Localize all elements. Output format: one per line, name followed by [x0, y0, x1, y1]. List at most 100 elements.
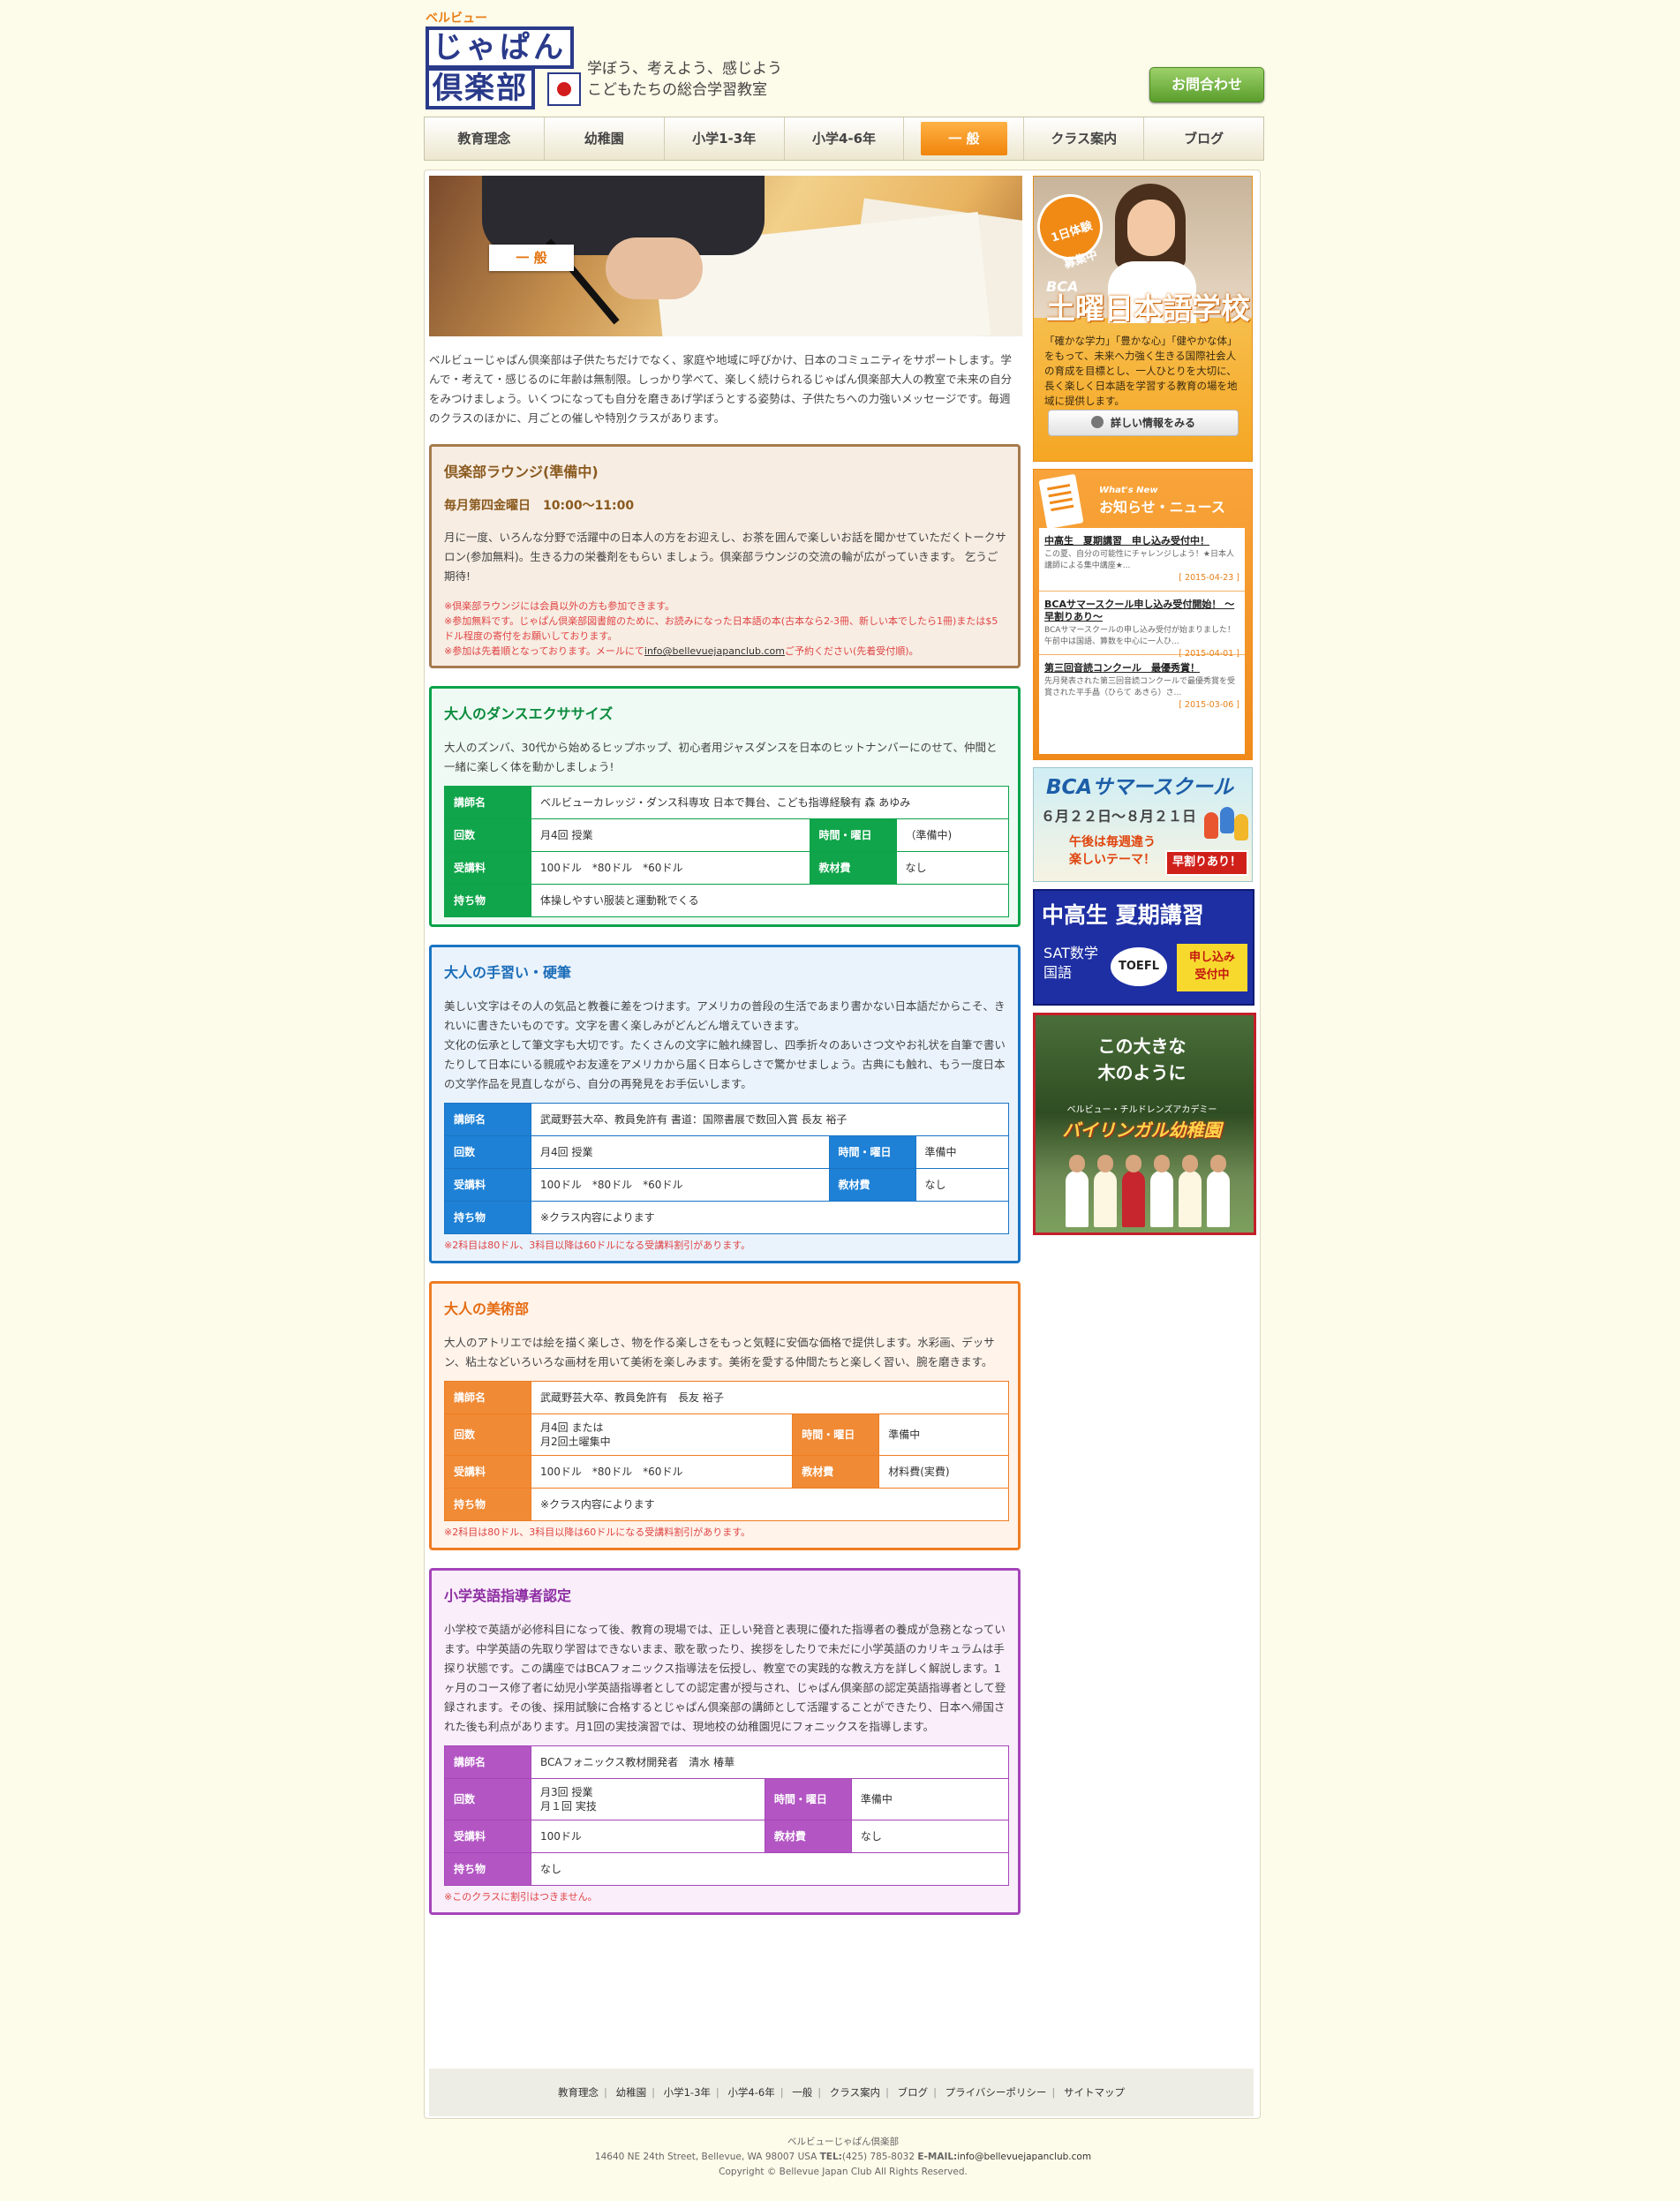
value-fee: 100ドル [531, 1820, 765, 1854]
section-title: 倶楽部ラウンジ(準備中) [444, 464, 599, 480]
footer-email-link[interactable]: info@bellevuejapanclub.com [957, 2152, 1091, 2162]
news-excerpt: 先月発表された第三回音読コンクールで最優秀賞を受賞された平手晶（ひらて あきら）… [1044, 677, 1236, 697]
footer-link[interactable]: 幼稚園 [616, 2086, 647, 2099]
nav-label: 幼稚園 [584, 131, 624, 147]
label-fee: 受講料 [444, 1168, 531, 1202]
news-excerpt: この夏、自分の可能性にチャレンジしよう！★日本人講師による集中講座★... [1044, 550, 1234, 570]
footer-link[interactable]: プライバシーポリシー [945, 2086, 1047, 2099]
section-calligraphy: 大人の手習い・硬筆 美しい文字はその人の気品と教養に差をつけます。アメリカの普段… [429, 945, 1021, 1264]
footer-link[interactable]: クラス案内 [830, 2086, 880, 2099]
label-bring: 持ち物 [444, 1852, 531, 1887]
summer-course-title: 中高生 夏期講習 [1042, 902, 1204, 928]
section-art: 大人の美術部 大人のアトリエでは絵を描く楽しさ、物を作る楽しさをもっと気軽に安価… [429, 1281, 1021, 1551]
page: ベルビュー じゃぱん 倶楽部 学ぼう、考えよう、感じよう こどもたちの総合学習教… [424, 0, 1264, 2177]
table-row: 受講料 100ドル *80ドル *60ドル 教材費 材料費(実費) [444, 1455, 1009, 1489]
value-times: 月4回 授業 [531, 818, 810, 853]
label-times: 回数 [444, 1413, 531, 1457]
logo-line-2: 倶楽部 [426, 67, 535, 109]
section-title: 小学英語指導者認定 [444, 1587, 572, 1605]
early-bird-badge: 早割りあり！ [1164, 850, 1248, 876]
toefl-logo: TOEFL [1111, 947, 1167, 986]
news-title[interactable]: 第三回音読コンクール 最優秀賞！ [1044, 662, 1239, 675]
sidebar: 1日体験 募集中 BCA 土曜日本語学校 「確かな学力」「豊かな心」「健やかな体」… [1033, 176, 1256, 1235]
news-excerpt: BCAサマースクールの申し込み受付が始まりました！午前中は国語、算数を中心に一人… [1044, 626, 1236, 646]
kids-illustration-icon [1204, 803, 1248, 840]
notepad-icon [1038, 473, 1084, 530]
footer-link[interactable]: ブログ [898, 2086, 929, 2099]
footer-link[interactable]: サイトマップ [1064, 2086, 1125, 2099]
japan-flag-icon [547, 72, 581, 106]
hero-image: 一 般 [429, 176, 1022, 336]
footer-link[interactable]: 一般 [792, 2086, 812, 2099]
class-info-table: 講師名 武蔵野芸大卒、教員免許有 長友 裕子 回数 月4回 または 月2回土曜集中… [444, 1381, 1009, 1522]
value-times: 月4回 または 月2回土曜集中 [530, 1413, 794, 1457]
nav-item-classes[interactable]: クラス案内 [1024, 117, 1145, 160]
label-instructor: 講師名 [444, 786, 531, 820]
summer-title: BCAサマースクール [1046, 776, 1234, 799]
section-body: 文化の伝承として筆文字も大切です。たくさんの文字に触れ練習し、四季折々のあいさつ… [444, 1038, 1006, 1091]
label-times: 回数 [444, 1778, 531, 1821]
table-row: 講師名 BCAフォニックス教材開発者 清水 椿華 [444, 1745, 1009, 1780]
label-materials: 教材費 [792, 1455, 880, 1489]
tagline-line-1: 学ぼう、考えよう、感じよう [587, 60, 782, 78]
label-instructor: 講師名 [444, 1745, 531, 1780]
arrow-circle-icon [1090, 416, 1104, 428]
label-materials: 教材費 [828, 1168, 916, 1202]
nav-label: 小学4-6年 [811, 131, 877, 147]
email-link[interactable]: info@bellevuejapanclub.com [644, 645, 785, 657]
section-body: 大人のアトリエでは絵を描く楽しさ、物を作る楽しさをもっと気軽に安価な価格で提供し… [444, 1336, 995, 1369]
summer-course-banner[interactable]: 中高生 夏期講習 SAT数学 国語 TOEFL 申し込み 受付中 [1033, 889, 1254, 1006]
value-materials: 材料費(実費) [878, 1455, 1009, 1489]
value-materials: なし [850, 1820, 1010, 1854]
label-bring: 持ち物 [444, 1488, 531, 1522]
site-logo[interactable]: ベルビュー じゃぱん 倶楽部 [426, 9, 581, 109]
table-row: 持ち物 なし [444, 1852, 1009, 1887]
label-instructor: 講師名 [444, 1103, 531, 1137]
nav-item-kindergarten[interactable]: 幼稚園 [545, 117, 665, 160]
tagline: 学ぼう、考えよう、感じよう こどもたちの総合学習教室 [587, 58, 782, 101]
table-row: 持ち物 体操しやすい服装と運動靴でくる [444, 884, 1009, 918]
section-title: 大人の美術部 [444, 1300, 530, 1318]
summer-school-banner[interactable]: BCAサマースクール ６月２２日～８月２１日 午後は毎週違う 楽しいテーマ！ 早割… [1033, 767, 1253, 882]
footer-link[interactable]: 教育理念 [558, 2086, 599, 2099]
more-info-button[interactable]: 詳しい情報をみる [1048, 410, 1239, 436]
nav-item-grade-4-6[interactable]: 小学4-6年 [785, 117, 905, 160]
saturday-title: 土曜日本語学校 [1046, 291, 1250, 326]
value-instructor: BCAフォニックス教材開発者 清水 椿華 [531, 1745, 1009, 1780]
main-nav: 教育理念 幼稚園 小学1-3年 小学4-6年 一 般 クラス案内 ブログ [424, 117, 1264, 161]
label-fee: 受講料 [444, 851, 531, 886]
main-column: 一 般 ベルビューじゃぱん倶楽部は子供たちだけでなく、家庭や地域に呼びかけ、日本… [429, 176, 1022, 1933]
nav-item-blog[interactable]: ブログ [1144, 117, 1263, 160]
news-item[interactable]: BCAサマースクール申し込み受付開始！ ～早割りあり～ BCAサマースクールの申… [1039, 592, 1245, 659]
value-instructor: 武蔵野芸大卒、教員免許有 書道：国際書展で数回入賞 長友 裕子 [531, 1103, 1009, 1137]
news-item[interactable]: 中高生 夏期講習 申し込み受付中！ この夏、自分の可能性にチャレンジしよう！★日… [1039, 528, 1245, 592]
nav-item-grade-1-3[interactable]: 小学1-3年 [665, 117, 785, 160]
news-date: [ 2015-04-23 ] [1179, 573, 1239, 583]
nav-label: 一 般 [920, 122, 1007, 155]
preschool-banner[interactable]: この大きな 木のように ベルビュー・チルドレンズアカデミー バイリンガル幼稚園 [1033, 1013, 1256, 1235]
saturday-school-banner[interactable]: 1日体験 募集中 BCA 土曜日本語学校 「確かな学力」「豊かな心」「健やかな体」… [1033, 176, 1253, 462]
section-english-instructor: 小学英語指導者認定 小学校で英語が必修科目になって後、教育の現場では、正しい発音… [429, 1568, 1021, 1916]
table-row: 回数 月4回 授業 時間・曜日 （準備中) [444, 818, 1010, 853]
footer-link[interactable]: 小学4-6年 [727, 2086, 774, 2099]
value-bring: ※クラス内容によります [531, 1488, 1009, 1522]
nav-item-philosophy[interactable]: 教育理念 [425, 117, 545, 160]
table-row: 持ち物 ※クラス内容によります [444, 1201, 1009, 1235]
value-materials: なし [915, 1168, 1009, 1202]
table-row: 回数 月3回 授業 月１回 実技 時間・曜日 準備中 [444, 1778, 1010, 1821]
news-date: [ 2015-03-06 ] [1179, 700, 1239, 710]
summer-dates: ６月２２日～８月２１日 [1041, 808, 1197, 825]
news-title[interactable]: 中高生 夏期講習 申し込み受付中！ [1044, 535, 1239, 547]
contact-button[interactable]: お問合わせ [1149, 67, 1264, 102]
news-title[interactable]: BCAサマースクール申し込み受付開始！ ～早割りあり～ [1044, 599, 1239, 623]
table-row: 講師名 ベルビューカレッジ・ダンス科専攻 日本で舞台、こども指導経験有 森 あゆ… [444, 786, 1009, 820]
label-bring: 持ち物 [444, 1201, 531, 1235]
label-day: 時間・曜日 [828, 1135, 916, 1170]
value-instructor: 武蔵野芸大卒、教員免許有 長友 裕子 [531, 1381, 1009, 1415]
footer-link[interactable]: 小学1-3年 [664, 2086, 711, 2099]
nav-item-general[interactable]: 一 般 [904, 117, 1025, 160]
news-item[interactable]: 第三回音読コンクール 最優秀賞！ 先月発表された第三回音読コンクールで最優秀賞を… [1039, 655, 1245, 719]
discount-note: ※2科目は80ドル、3科目以降は60ドルになる受講料割引があります。 [444, 1240, 751, 1252]
section-schedule: 毎月第四金曜日 10:00～11:00 [444, 499, 635, 513]
section-dance: 大人のダンスエクササイズ 大人のズンバ、30代から始めるヒップホップ、初心者用ジ… [429, 686, 1021, 928]
